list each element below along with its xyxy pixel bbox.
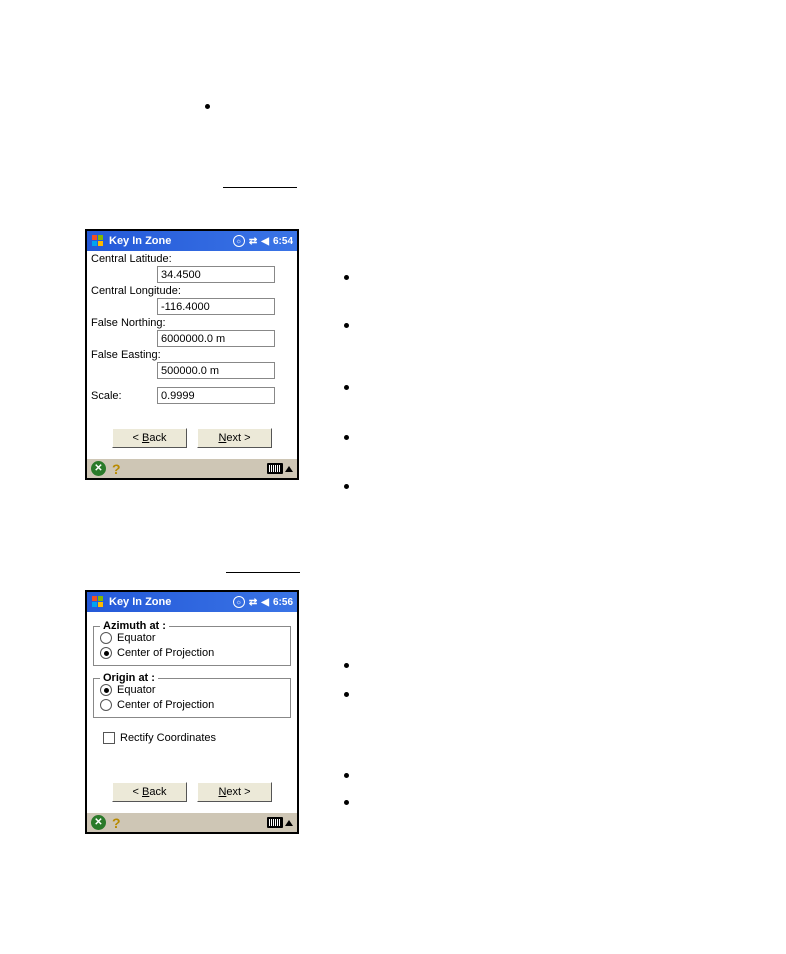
status-icon[interactable]: ☼ <box>233 235 245 247</box>
form-content: Central Latitude: Central Longitude: Fal… <box>87 251 297 458</box>
tray: ☼ ⇄ ◀ 6:54 <box>233 235 293 247</box>
azimuth-group: Azimuth at : Equator Center of Projectio… <box>93 626 291 666</box>
doc-bullet-side <box>344 385 349 390</box>
false-northing-label: False Northing: <box>89 317 295 329</box>
doc-bullet-side <box>344 275 349 280</box>
clock[interactable]: 6:54 <box>273 236 293 247</box>
window-title: Key In Zone <box>109 235 233 247</box>
help-icon[interactable]: ? <box>112 815 121 831</box>
keyboard-icon[interactable] <box>267 817 283 828</box>
up-arrow-icon[interactable] <box>285 820 293 826</box>
checkbox-label: Rectify Coordinates <box>120 732 216 744</box>
checkbox-icon <box>103 732 115 744</box>
titlebar: Key In Zone ☼ ⇄ ◀ 6:54 <box>87 231 297 251</box>
back-button[interactable]: < Back <box>112 782 187 802</box>
scale-input[interactable] <box>157 387 275 404</box>
close-icon[interactable]: ✕ <box>91 815 106 830</box>
close-icon[interactable]: ✕ <box>91 461 106 476</box>
origin-group: Origin at : Equator Center of Projection <box>93 678 291 718</box>
clock[interactable]: 6:56 <box>273 597 293 608</box>
central-latitude-label: Central Latitude: <box>89 253 295 265</box>
doc-bullet-side <box>344 773 349 778</box>
device-keyinzone-azimuth: Key In Zone ☼ ⇄ ◀ 6:56 Azimuth at : Equa… <box>85 590 299 834</box>
taskbar: ✕ ? <box>87 458 297 478</box>
form-content: Azimuth at : Equator Center of Projectio… <box>87 612 297 812</box>
radio-icon <box>100 699 112 711</box>
doc-bullet-side <box>344 663 349 668</box>
doc-rule-2 <box>226 572 300 573</box>
origin-center-radio[interactable]: Center of Projection <box>100 699 284 711</box>
tray: ☼ ⇄ ◀ 6:56 <box>233 596 293 608</box>
device-keyinzone-params: Key In Zone ☼ ⇄ ◀ 6:54 Central Latitude:… <box>85 229 299 480</box>
doc-bullet-side <box>344 800 349 805</box>
central-latitude-input[interactable] <box>157 266 275 283</box>
up-arrow-icon[interactable] <box>285 466 293 472</box>
doc-bullet-side <box>344 435 349 440</box>
false-northing-input[interactable] <box>157 330 275 347</box>
radio-icon <box>100 684 112 696</box>
azimuth-center-radio[interactable]: Center of Projection <box>100 647 284 659</box>
doc-bullet-side <box>344 484 349 489</box>
connectivity-icon[interactable]: ⇄ <box>249 597 257 608</box>
azimuth-equator-radio[interactable]: Equator <box>100 632 284 644</box>
false-easting-label: False Easting: <box>89 349 295 361</box>
connectivity-icon[interactable]: ⇄ <box>249 236 257 247</box>
central-longitude-label: Central Longitude: <box>89 285 295 297</box>
radio-icon <box>100 632 112 644</box>
radio-label: Center of Projection <box>117 647 214 659</box>
next-button[interactable]: Next > <box>197 782 272 802</box>
doc-rule-1 <box>223 187 297 188</box>
help-icon[interactable]: ? <box>112 461 121 477</box>
radio-icon <box>100 647 112 659</box>
central-longitude-input[interactable] <box>157 298 275 315</box>
azimuth-group-title: Azimuth at : <box>100 620 169 632</box>
back-button[interactable]: < Back <box>112 428 187 448</box>
origin-equator-radio[interactable]: Equator <box>100 684 284 696</box>
start-icon[interactable] <box>91 234 105 248</box>
window-title: Key In Zone <box>109 596 233 608</box>
false-easting-input[interactable] <box>157 362 275 379</box>
rectify-checkbox[interactable]: Rectify Coordinates <box>103 732 295 744</box>
radio-label: Equator <box>117 684 156 696</box>
doc-bullet-side <box>344 692 349 697</box>
start-icon[interactable] <box>91 595 105 609</box>
taskbar: ✕ ? <box>87 812 297 832</box>
radio-label: Center of Projection <box>117 699 214 711</box>
scale-label: Scale: <box>89 390 157 402</box>
radio-label: Equator <box>117 632 156 644</box>
doc-bullet-side <box>344 323 349 328</box>
doc-bullet-top <box>205 104 210 109</box>
titlebar: Key In Zone ☼ ⇄ ◀ 6:56 <box>87 592 297 612</box>
keyboard-icon[interactable] <box>267 463 283 474</box>
speaker-icon[interactable]: ◀ <box>261 597 269 608</box>
origin-group-title: Origin at : <box>100 672 158 684</box>
status-icon[interactable]: ☼ <box>233 596 245 608</box>
next-button[interactable]: Next > <box>197 428 272 448</box>
speaker-icon[interactable]: ◀ <box>261 236 269 247</box>
